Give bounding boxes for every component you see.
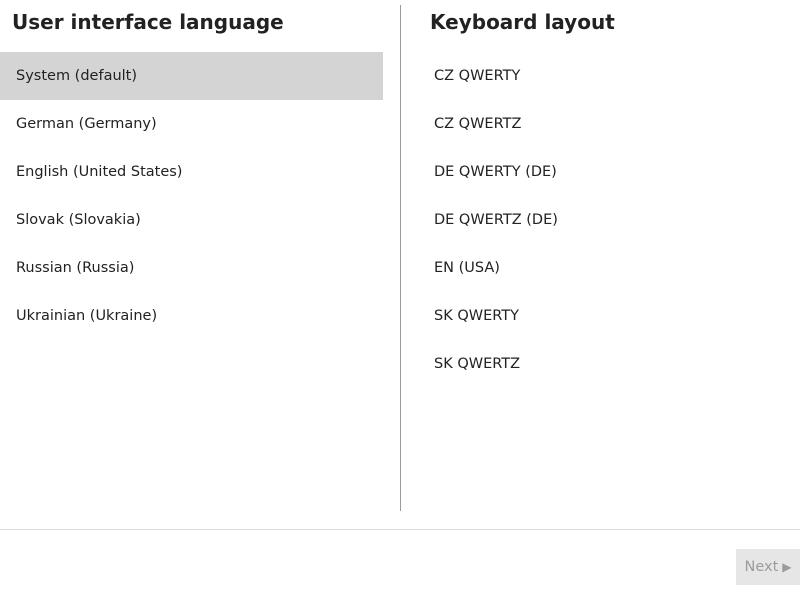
keyboard-layout-title: Keyboard layout bbox=[430, 10, 615, 34]
ui-language-title: User interface language bbox=[12, 10, 284, 34]
ui-language-item[interactable]: Slovak (Slovakia) bbox=[0, 196, 383, 244]
keyboard-layout-item[interactable]: DE QWERTZ (DE) bbox=[418, 196, 800, 244]
ui-language-panel: User interface language System (default)… bbox=[0, 0, 383, 510]
ui-language-list: System (default) German (Germany) Englis… bbox=[0, 52, 383, 340]
keyboard-layout-item[interactable]: DE QWERTY (DE) bbox=[418, 148, 800, 196]
keyboard-layout-list: CZ QWERTY CZ QWERTZ DE QWERTY (DE) DE QW… bbox=[418, 52, 800, 388]
ui-language-item[interactable]: System (default) bbox=[0, 52, 383, 100]
setup-screen: User interface language System (default)… bbox=[0, 0, 800, 600]
keyboard-layout-item[interactable]: EN (USA) bbox=[418, 244, 800, 292]
footer-divider bbox=[0, 529, 800, 530]
ui-language-item[interactable]: Ukrainian (Ukraine) bbox=[0, 292, 383, 340]
next-button[interactable]: Next ▶ bbox=[736, 549, 800, 585]
play-arrow-icon: ▶ bbox=[782, 560, 792, 574]
keyboard-layout-item[interactable]: SK QWERTZ bbox=[418, 340, 800, 388]
keyboard-layout-panel: Keyboard layout CZ QWERTY CZ QWERTZ DE Q… bbox=[418, 0, 800, 510]
keyboard-layout-item[interactable]: SK QWERTY bbox=[418, 292, 800, 340]
next-button-label: Next bbox=[744, 559, 779, 575]
ui-language-item[interactable]: German (Germany) bbox=[0, 100, 383, 148]
keyboard-layout-item[interactable]: CZ QWERTY bbox=[418, 52, 800, 100]
panel-divider bbox=[400, 5, 401, 511]
ui-language-item[interactable]: English (United States) bbox=[0, 148, 383, 196]
keyboard-layout-item[interactable]: CZ QWERTZ bbox=[418, 100, 800, 148]
ui-language-item[interactable]: Russian (Russia) bbox=[0, 244, 383, 292]
